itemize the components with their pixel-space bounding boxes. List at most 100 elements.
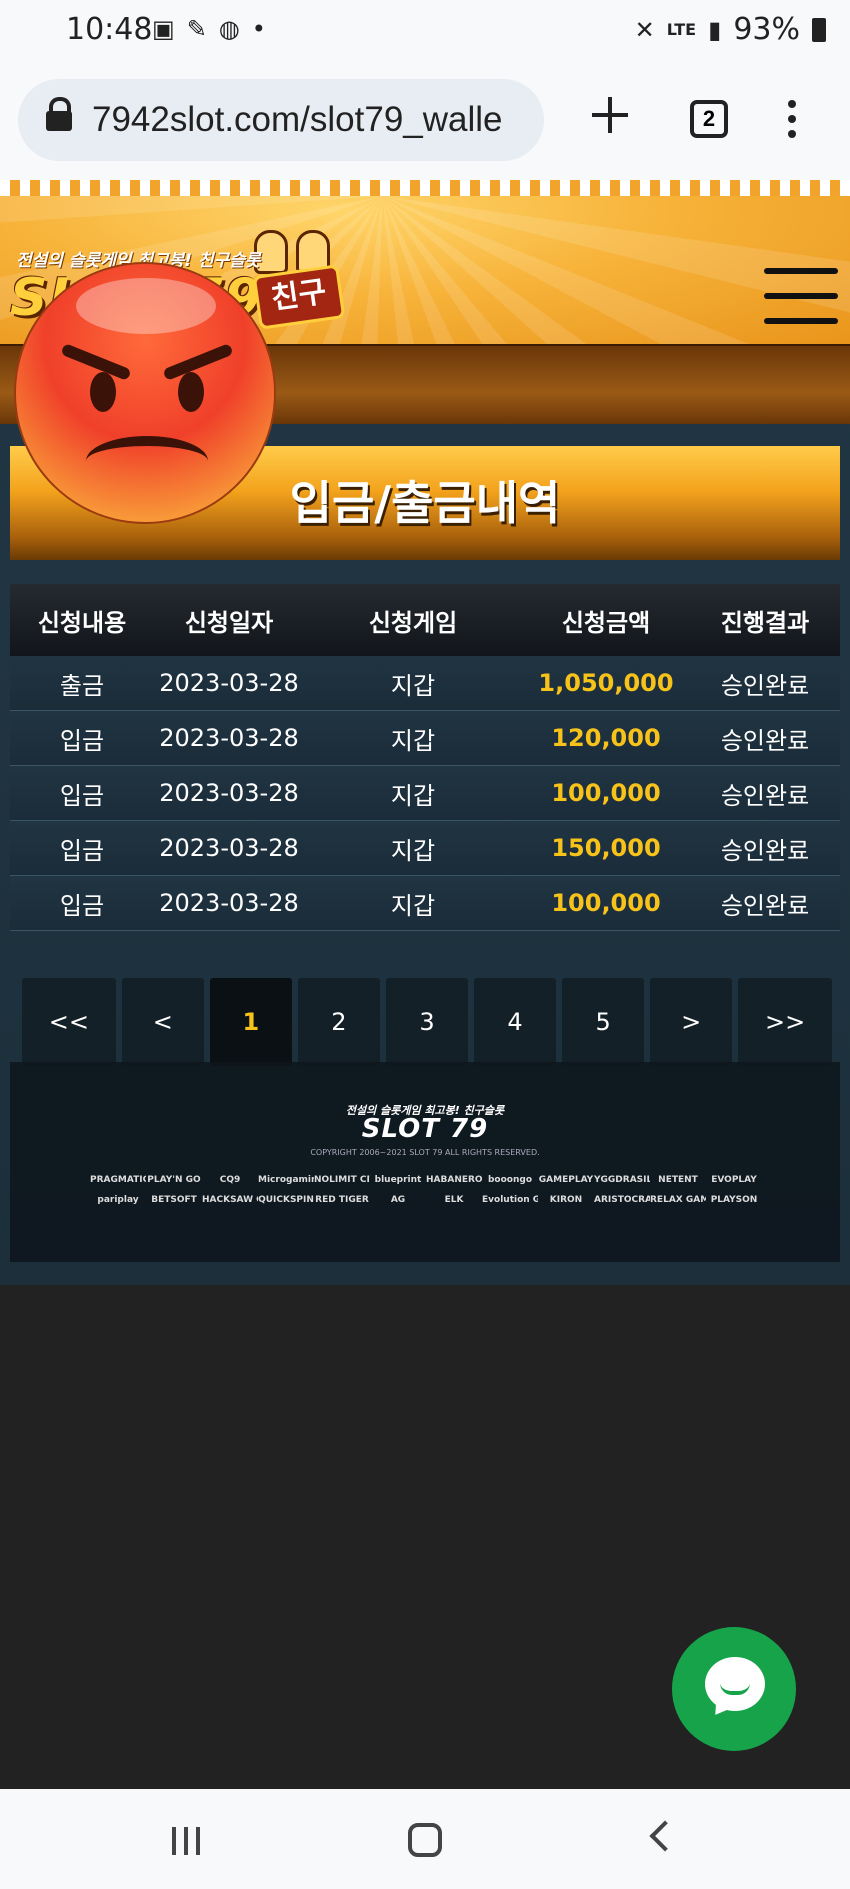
mute-icon: ✕ [634,15,655,44]
cell-type: 입금 [59,836,105,865]
provider-logo: EVOPLAY [711,1175,757,1185]
table-header: 신청내용 신청일자 신청게임 신청금액 진행결과 [10,584,840,656]
col-header-amount: 신청금액 [561,608,651,637]
cell-game: 지갑 [390,726,436,755]
col-header-date: 신청일자 [184,608,274,637]
tab-switcher-button[interactable]: 2 [690,100,728,138]
provider-logo: BETSOFT [151,1195,197,1205]
lock-icon [46,97,72,131]
address-bar[interactable]: 7942slot.com/slot79_walle [18,79,544,161]
angry-face-icon [14,262,276,524]
battery-text: 93% [733,12,800,47]
page-5-button[interactable]: 5 [562,978,645,1066]
recent-apps-icon[interactable] [172,1827,204,1855]
provider-logo: ARISTOCRAT [594,1195,650,1205]
cell-result: 승인완료 [720,891,810,920]
url-text[interactable]: 7942slot.com/slot79_walle [92,100,503,140]
hamburger-menu-icon[interactable] [764,268,838,324]
page-3-button[interactable]: 3 [385,978,469,1066]
status-bar: 10:48 ▣ ✎ ◍ • ✕ LTE ▮ 93% [0,0,850,62]
cell-result: 승인완료 [720,781,810,810]
provider-logo: RELAX GAMING [650,1195,706,1205]
image-icon: ▣ [152,15,175,43]
cell-game: 지갑 [390,781,436,810]
cell-game: 지갑 [390,891,436,920]
provider-logo: PRAGMATIC PLAY [90,1175,146,1185]
provider-logo: PLAY'N GO [147,1175,201,1185]
status-right: ✕ LTE ▮ 93% [635,12,826,47]
signal-icon: ▮ [708,15,722,44]
status-time: 10:48 [66,12,153,47]
table-row: 출금 2023-03-28 지갑 1,050,000 승인완료 [10,656,840,711]
dot-icon: • [251,15,266,43]
cell-date: 2023-03-28 [159,669,299,697]
lte-label: LTE [666,20,697,39]
provider-logo: HACKSAW GAMES [202,1195,258,1205]
provider-logo: Evolution Gaming [482,1195,538,1205]
provider-logo: RED TIGER [315,1195,369,1205]
cell-result: 승인완료 [720,726,810,755]
provider-logo: QUICKSPIN [258,1195,314,1205]
table-row: 입금 2023-03-28 지갑 100,000 승인완료 [10,766,840,821]
provider-logo: NOLIMIT CITY [314,1175,370,1185]
page-last-button[interactable]: >> [738,978,832,1066]
provider-logo: blueprint [374,1175,422,1185]
cell-type: 입금 [59,781,105,810]
cell-date: 2023-03-28 [159,834,299,862]
provider-logo: YGGDRASIL [594,1175,650,1185]
pagination: << < 1 2 3 4 5 > >> [22,978,832,1066]
notification-icons: ▣ ✎ ◍ • [152,14,266,44]
system-nav-bar [0,1789,850,1889]
page-4-button[interactable]: 4 [474,978,557,1066]
footer-logo: SLOT 79 [361,1114,489,1144]
cell-type: 출금 [59,671,105,700]
battery-icon [812,17,826,42]
site-footer: 전설의 슬롯게임 최고봉! 친구슬롯 SLOT 79 COPYRIGHT 200… [10,1062,840,1262]
provider-logo: Microgaming [258,1175,314,1185]
table-row: 입금 2023-03-28 지갑 150,000 승인완료 [10,821,840,876]
cell-game: 지갑 [390,671,436,700]
cell-date: 2023-03-28 [159,724,299,752]
history-table: 신청내용 신청일자 신청게임 신청금액 진행결과 출금 2023-03-28 지… [10,584,840,931]
more-menu-icon[interactable] [784,100,800,140]
back-icon[interactable] [649,1820,681,1852]
cell-amount: 100,000 [551,889,661,917]
cell-date: 2023-03-28 [159,889,299,917]
provider-logo: AG [390,1195,406,1205]
col-header-type: 신청내용 [37,608,127,637]
feather-icon: ✎ [186,15,207,43]
cell-amount: 120,000 [551,724,661,752]
provider-logo: ELK [444,1195,464,1205]
provider-logos: PRAGMATIC PLAY PLAY'N GO CQ9 Microgaming… [90,1175,770,1205]
cell-result: 승인완료 [720,836,810,865]
page-first-button[interactable]: << [22,978,116,1066]
provider-logo: KIRON [549,1195,583,1205]
cell-date: 2023-03-28 [159,779,299,807]
browser-toolbar: 7942slot.com/slot79_walle 2 [0,62,850,180]
provider-logo: HABANERO [426,1175,482,1185]
page-next-button[interactable]: > [650,978,733,1066]
col-header-game: 신청게임 [368,608,458,637]
chat-button[interactable] [672,1627,796,1751]
provider-logo: NETENT [658,1175,698,1185]
page-1-button[interactable]: 1 [209,978,292,1066]
talk-icon: ◍ [218,15,240,43]
cell-amount: 1,050,000 [538,669,674,697]
page-2-button[interactable]: 2 [297,978,380,1066]
provider-logo: PLAYSON [710,1195,758,1205]
provider-logo: GAMEPLAY [538,1175,594,1185]
page-prev-button[interactable]: < [121,978,204,1066]
table-row: 입금 2023-03-28 지갑 120,000 승인완료 [10,711,840,766]
cell-amount: 150,000 [551,834,661,862]
col-header-result: 진행결과 [720,608,810,637]
new-tab-icon[interactable] [590,95,630,135]
cell-result: 승인완료 [720,671,810,700]
cell-type: 입금 [59,726,105,755]
footer-copyright: COPYRIGHT 2006~2021 SLOT 79 ALL RIGHTS R… [310,1148,540,1157]
provider-logo: pariplay [97,1195,139,1205]
cell-amount: 100,000 [551,779,661,807]
cell-game: 지갑 [390,836,436,865]
provider-logo: booongo [487,1175,533,1185]
home-icon[interactable] [408,1823,442,1857]
table-row: 입금 2023-03-28 지갑 100,000 승인완료 [10,876,840,931]
